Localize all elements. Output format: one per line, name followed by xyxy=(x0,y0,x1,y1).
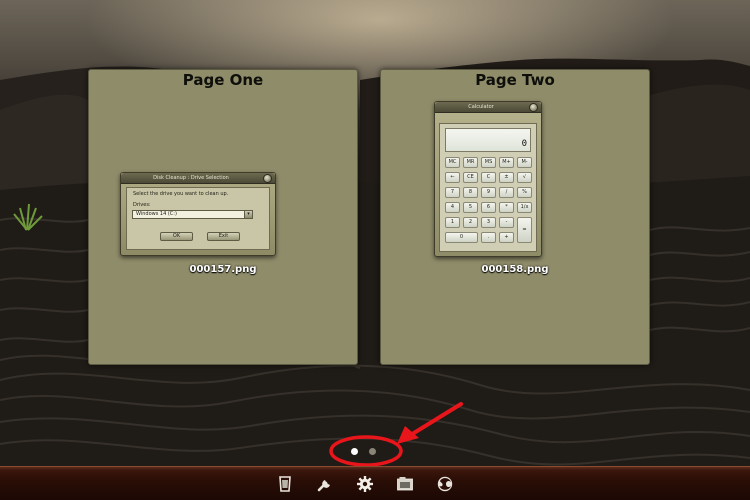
file-label: 000157.png xyxy=(189,264,257,275)
display-value: 0 xyxy=(521,139,527,149)
file-manager-icon[interactable] xyxy=(396,475,414,493)
key-ms: MS xyxy=(481,157,496,168)
thumbnail-titlebar: Disk Cleanup : Drive Selection xyxy=(121,173,275,184)
chevron-down-icon: ▾ xyxy=(244,210,253,219)
key-sqrt: √ xyxy=(517,172,532,183)
thumbnail-window-title: Disk Cleanup : Drive Selection xyxy=(153,175,229,181)
drive-dropdown: Windows 14 (C:) ▾ xyxy=(132,210,253,219)
key-decimal: . xyxy=(481,232,496,243)
key-3: 3 xyxy=(481,217,496,228)
taskbar xyxy=(0,466,750,500)
close-orb-icon xyxy=(529,103,538,112)
key-backspace: ← xyxy=(445,172,460,183)
exit-button: Exit xyxy=(207,232,240,241)
thumbnail-dialog-body: Select the drive you want to clean up. D… xyxy=(126,187,270,250)
ok-button: OK xyxy=(160,232,193,241)
page-two-panel[interactable]: Page Two Calculator View Edit Help 0 MC … xyxy=(380,69,650,365)
thumbnail-window-title: Calculator xyxy=(468,104,494,110)
thumbnail-titlebar: Calculator xyxy=(435,102,541,113)
wrench-icon[interactable] xyxy=(316,475,334,493)
cleanup-prompt: Select the drive you want to clean up. xyxy=(133,191,229,197)
calculator-face: 0 MC MR MS M+ M- ← CE C ± √ 7 8 9 / % 4 … xyxy=(439,123,537,252)
annotation-ellipse xyxy=(329,435,403,467)
key-4: 4 xyxy=(445,202,460,213)
page-indicator-dot-2[interactable] xyxy=(369,448,376,455)
page-one-panel[interactable]: Page One Disk Cleanup : Drive Selection … xyxy=(88,69,358,365)
key-percent: % xyxy=(517,187,532,198)
key-c: C xyxy=(481,172,496,183)
selected-drive: Windows 14 (C:) xyxy=(136,211,177,217)
calculator-keypad: MC MR MS M+ M- ← CE C ± √ 7 8 9 / % 4 5 xyxy=(445,157,533,247)
key-m-minus: M- xyxy=(517,157,532,168)
key-7: 7 xyxy=(445,187,460,198)
key-negate: ± xyxy=(499,172,514,183)
key-0: 0 xyxy=(445,232,478,243)
key-ce: CE xyxy=(463,172,478,183)
key-mc: MC xyxy=(445,157,460,168)
key-reciprocal: 1/x xyxy=(517,202,532,213)
disk-cleanup-thumbnail[interactable]: Disk Cleanup : Drive Selection Select th… xyxy=(120,172,276,256)
key-1: 1 xyxy=(445,217,460,228)
key-subtract: - xyxy=(499,217,514,228)
key-mr: MR xyxy=(463,157,478,168)
key-8: 8 xyxy=(463,187,478,198)
annotation-arrow xyxy=(397,402,463,444)
page-title: Page Two xyxy=(475,71,555,89)
key-2: 2 xyxy=(463,217,478,228)
key-5: 5 xyxy=(463,202,478,213)
gear-icon[interactable] xyxy=(356,475,374,493)
calculator-display: 0 xyxy=(445,128,531,152)
key-m-plus: M+ xyxy=(499,157,514,168)
page-title: Page One xyxy=(182,71,264,89)
key-add: + xyxy=(499,232,514,243)
key-6: 6 xyxy=(481,202,496,213)
calculator-menubar: View Edit Help xyxy=(439,115,537,131)
drives-label: Drives: xyxy=(133,202,151,208)
recycle-bin-icon[interactable] xyxy=(276,475,294,493)
file-label: 000158.png xyxy=(481,264,549,275)
close-orb-icon xyxy=(263,174,272,183)
key-9: 9 xyxy=(481,187,496,198)
calculator-thumbnail[interactable]: Calculator View Edit Help 0 MC MR MS M+ … xyxy=(434,101,542,257)
page-indicator-dot-1[interactable] xyxy=(351,448,358,455)
firefox-icon[interactable] xyxy=(436,475,454,493)
key-divide: / xyxy=(499,187,514,198)
key-equals: = xyxy=(517,217,532,243)
key-multiply: * xyxy=(499,202,514,213)
